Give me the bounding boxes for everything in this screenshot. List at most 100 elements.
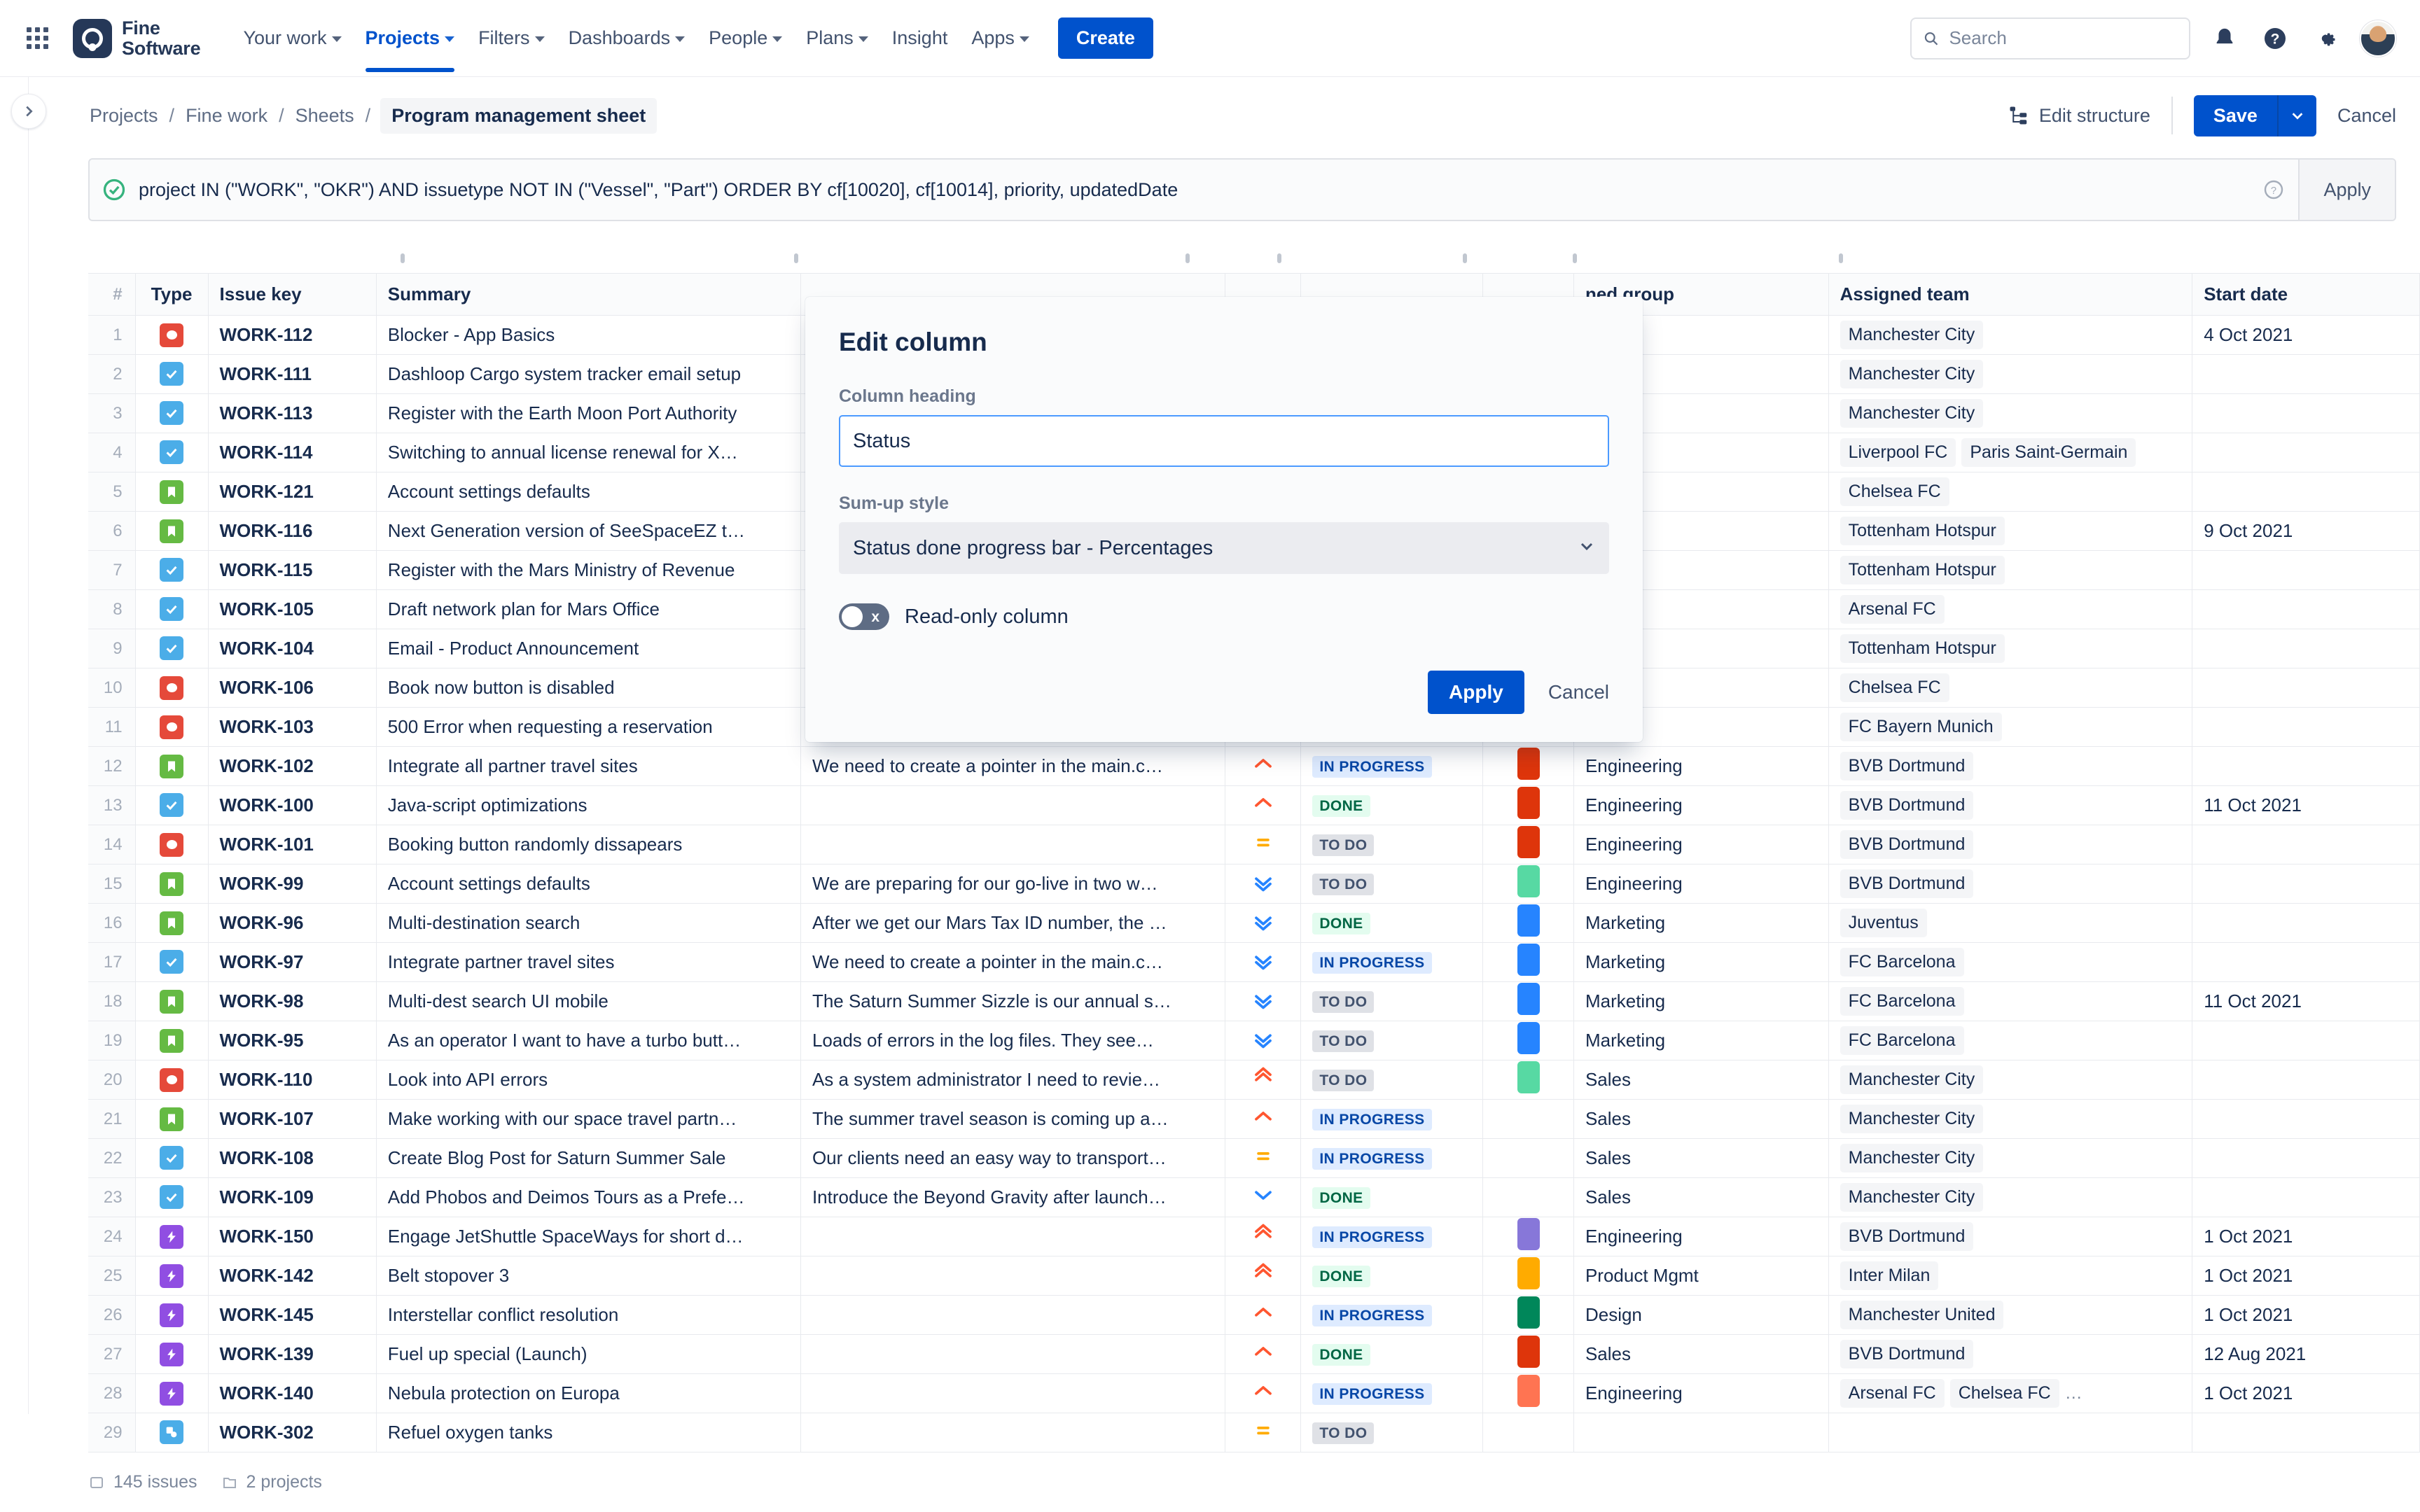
team-chip[interactable]: Arsenal FC <box>1840 595 1945 624</box>
cell-summary[interactable]: Add Phobos and Deimos Tours as a Prefe… <box>375 1177 801 1217</box>
cell-start-date[interactable] <box>2192 1060 2420 1100</box>
cell-description[interactable] <box>800 1413 1226 1452</box>
cell-priority[interactable] <box>1225 1138 1302 1178</box>
col-header-assigned-team[interactable]: Assigned team <box>1828 273 2193 316</box>
cell-issue-type[interactable] <box>134 354 209 394</box>
cell-assigned-team[interactable]: Tottenham Hotspur <box>1828 629 2193 668</box>
cell-status[interactable]: TO DO <box>1300 825 1484 864</box>
nav-item-people[interactable]: People <box>698 18 793 58</box>
cell-assigned-team[interactable]: BVB Dortmund <box>1828 864 2193 904</box>
cell-priority[interactable] <box>1225 1373 1302 1413</box>
status-badge[interactable]: TO DO <box>1312 874 1375 895</box>
cell-start-date[interactable] <box>2192 825 2420 864</box>
cell-priority[interactable] <box>1225 903 1302 943</box>
table-row[interactable]: 15 WORK-99 Account settings defaults We are… <box>88 864 2420 904</box>
cell-issue-key[interactable]: WORK-302 <box>207 1413 377 1452</box>
save-options-button[interactable] <box>2276 94 2316 136</box>
cell-issue-key[interactable]: WORK-116 <box>207 511 377 551</box>
team-chip[interactable]: Manchester United <box>1840 1301 2004 1329</box>
cell-color[interactable] <box>1482 746 1574 786</box>
notifications-bell-icon[interactable] <box>2209 22 2241 55</box>
table-row[interactable]: 25 WORK-142 Belt stopover 3 DONE Product Mgm… <box>88 1256 2420 1296</box>
cell-summary[interactable]: Multi-destination search <box>375 903 801 943</box>
jql-query-text[interactable]: project IN ("WORK", "OKR") AND issuetype… <box>139 179 2249 201</box>
cell-summary[interactable]: As an operator I want to have a turbo bu… <box>375 1021 801 1060</box>
user-avatar[interactable] <box>2360 20 2396 57</box>
cell-issue-type[interactable] <box>134 629 209 668</box>
cell-assigned-team[interactable]: FC Barcelona <box>1828 981 2193 1021</box>
cell-issue-type[interactable] <box>134 668 209 708</box>
cell-assigned-team[interactable]: FC Barcelona <box>1828 942 2193 982</box>
cell-color[interactable] <box>1482 1060 1574 1100</box>
cell-status[interactable]: TO DO <box>1300 864 1484 904</box>
cell-assigned-team[interactable]: Inter Milan <box>1828 1256 2193 1296</box>
cell-start-date[interactable] <box>2192 707 2420 747</box>
cell-issue-type[interactable] <box>134 981 209 1021</box>
cell-issue-key[interactable]: WORK-102 <box>207 746 377 786</box>
cell-status[interactable]: IN PROGRESS <box>1300 1217 1484 1256</box>
column-heading-input[interactable] <box>839 415 1609 467</box>
cell-assigned-group[interactable]: Sales <box>1573 1177 1829 1217</box>
status-badge[interactable]: DONE <box>1312 1266 1370 1287</box>
table-row[interactable]: 13 WORK-100 Java-script optimizations DONE E… <box>88 785 2420 825</box>
more-teams-indicator[interactable]: … <box>2065 1383 2082 1403</box>
cell-issue-type[interactable] <box>134 511 209 551</box>
cell-priority[interactable] <box>1225 942 1302 982</box>
col-header-start-date[interactable]: Start date <box>2192 273 2420 316</box>
cell-issue-type[interactable] <box>134 1334 209 1374</box>
team-chip[interactable]: Manchester City <box>1840 1065 1984 1094</box>
cell-assigned-team[interactable]: FC Bayern Munich <box>1828 707 2193 747</box>
cell-assigned-team[interactable]: Manchester City <box>1828 1177 2193 1217</box>
cell-assigned-team[interactable]: Arsenal FC <box>1828 589 2193 629</box>
cell-start-date[interactable] <box>2192 903 2420 943</box>
cell-issue-key[interactable]: WORK-108 <box>207 1138 377 1178</box>
cell-assigned-group[interactable]: Marketing <box>1573 942 1829 982</box>
cell-status[interactable]: DONE <box>1300 1334 1484 1374</box>
cell-issue-type[interactable] <box>134 864 209 904</box>
cell-priority[interactable] <box>1225 1334 1302 1374</box>
cell-start-date[interactable] <box>2192 942 2420 982</box>
cell-issue-type[interactable] <box>134 1138 209 1178</box>
nav-item-filters[interactable]: Filters <box>468 18 555 58</box>
cell-description[interactable]: We need to create a pointer in the main.… <box>800 942 1226 982</box>
brand-logo-link[interactable]: Fine Software <box>73 18 201 58</box>
gear-icon[interactable] <box>2309 22 2342 55</box>
cell-issue-key[interactable]: WORK-101 <box>207 825 377 864</box>
table-row[interactable]: 29 WORK-302 Refuel oxygen tanks TO DO <box>88 1413 2420 1452</box>
cell-priority[interactable] <box>1225 864 1302 904</box>
col-header-summary[interactable]: Summary <box>375 273 801 316</box>
cell-status[interactable]: IN PROGRESS <box>1300 1373 1484 1413</box>
cell-assigned-group[interactable] <box>1573 1413 1829 1452</box>
nav-item-plans[interactable]: Plans <box>795 18 879 58</box>
cell-assigned-team[interactable]: Arsenal FC Chelsea FC… <box>1828 1373 2193 1413</box>
cell-priority[interactable] <box>1225 1256 1302 1296</box>
cell-color[interactable] <box>1482 981 1574 1021</box>
cell-priority[interactable] <box>1225 1217 1302 1256</box>
col-header-issue-key[interactable]: Issue key <box>207 273 377 316</box>
team-chip[interactable]: Tottenham Hotspur <box>1840 517 2005 545</box>
cell-issue-type[interactable] <box>134 1373 209 1413</box>
jql-help-icon[interactable]: ? <box>2249 178 2298 201</box>
cell-issue-type[interactable] <box>134 825 209 864</box>
cell-issue-type[interactable] <box>134 1217 209 1256</box>
table-row[interactable]: 19 WORK-95 As an operator I want to have a… <box>88 1021 2420 1060</box>
cell-issue-type[interactable] <box>134 707 209 747</box>
status-badge[interactable]: IN PROGRESS <box>1312 1148 1432 1170</box>
cell-assigned-group[interactable]: Sales <box>1573 1334 1829 1374</box>
table-row[interactable]: 14 WORK-101 Booking button randomly dissap… <box>88 825 2420 864</box>
cell-assigned-team[interactable]: Manchester City <box>1828 354 2193 394</box>
cell-issue-type[interactable] <box>134 315 209 355</box>
cell-issue-key[interactable]: WORK-139 <box>207 1334 377 1374</box>
cell-issue-key[interactable]: WORK-104 <box>207 629 377 668</box>
cell-assigned-group[interactable]: Sales <box>1573 1138 1829 1178</box>
cell-summary[interactable]: 500 Error when requesting a reservation <box>375 707 801 747</box>
cell-description[interactable]: The Saturn Summer Sizzle is our annual s… <box>800 981 1226 1021</box>
cell-status[interactable]: DONE <box>1300 785 1484 825</box>
cell-priority[interactable] <box>1225 1295 1302 1335</box>
cell-description[interactable]: We need to create a pointer in the main.… <box>800 746 1226 786</box>
cell-issue-key[interactable]: WORK-150 <box>207 1217 377 1256</box>
cell-issue-type[interactable] <box>134 1177 209 1217</box>
dialog-apply-button[interactable]: Apply <box>1428 671 1524 714</box>
cell-start-date[interactable]: 9 Oct 2021 <box>2192 511 2420 551</box>
team-chip[interactable]: Juventus <box>1840 909 1927 937</box>
